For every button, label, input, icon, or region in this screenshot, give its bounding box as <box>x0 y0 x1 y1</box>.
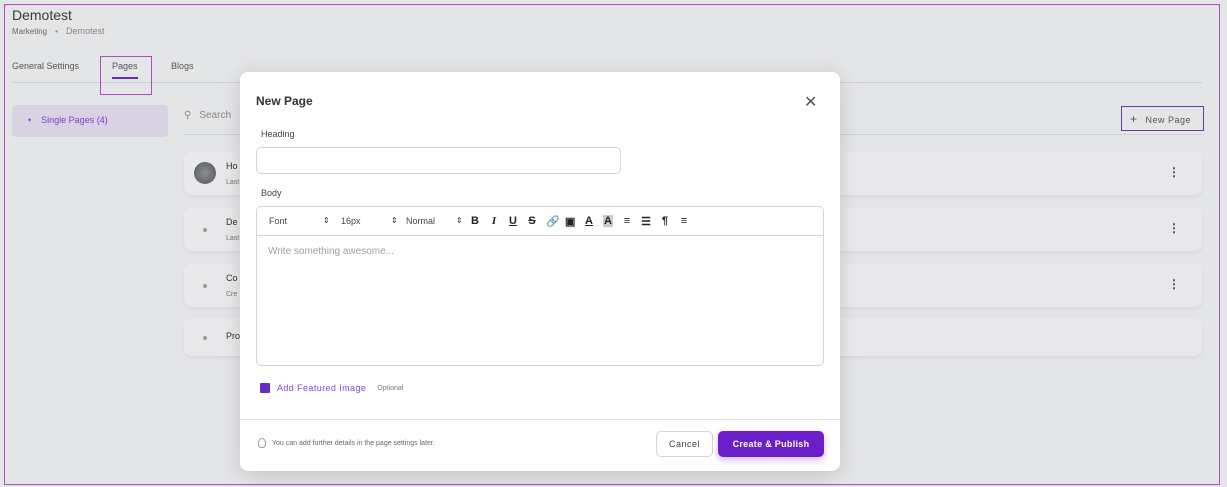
avatar <box>194 162 216 184</box>
text-color-icon[interactable]: A <box>584 215 594 227</box>
create-publish-button[interactable]: Create & Publish <box>718 431 824 457</box>
row-subtitle: Last <box>226 179 240 186</box>
size-select[interactable]: 16px ⇕ <box>341 216 406 226</box>
body-label: Body <box>261 188 282 198</box>
modal-footer-divider <box>240 419 840 420</box>
select-arrows-icon: ⇕ <box>323 216 330 225</box>
hint-text: You can add further details in the page … <box>272 439 435 447</box>
bullet-icon <box>203 228 207 232</box>
editor-toolbar: Font ⇕ 16px ⇕ Normal ⇕ B I U S 🔗 ▣ A A ≡ ☰ … <box>257 207 823 236</box>
body-editor: Font ⇕ 16px ⇕ Normal ⇕ B I U S 🔗 ▣ A A ≡ ☰ … <box>256 206 824 366</box>
bullet-icon <box>203 284 207 288</box>
font-select[interactable]: Font ⇕ <box>269 216 341 226</box>
size-select-value: 16px <box>341 216 361 226</box>
more-icon[interactable]: ⋮ <box>1168 165 1180 179</box>
optional-label: Optional <box>377 384 404 392</box>
cancel-button[interactable]: Cancel <box>656 431 713 457</box>
tab-general-settings[interactable]: General Settings <box>12 61 79 71</box>
search-input[interactable]: ⚲ Search <box>184 110 231 121</box>
more-icon[interactable]: ⋮ <box>1168 277 1180 291</box>
lightbulb-icon <box>258 438 266 448</box>
strikethrough-icon[interactable]: S <box>527 215 537 227</box>
new-page-button[interactable]: + New Page <box>1121 106 1204 131</box>
align-icon[interactable]: ≡ <box>679 215 689 227</box>
add-featured-image-button[interactable]: Add Featured Image Optional <box>260 383 403 393</box>
hint: You can add further details in the page … <box>258 438 435 448</box>
select-arrows-icon: ⇕ <box>391 216 398 225</box>
breadcrumb-current: Demotest <box>65 26 105 36</box>
more-icon[interactable]: ⋮ <box>1168 221 1180 235</box>
featured-image-label: Add Featured Image <box>277 383 367 393</box>
image-icon[interactable]: ▣ <box>565 215 575 228</box>
row-title: Pro <box>226 331 241 341</box>
bullet-icon: • <box>28 115 32 125</box>
tab-blogs[interactable]: Blogs <box>171 61 194 71</box>
bullet-list-icon[interactable]: ☰ <box>641 215 651 228</box>
search-placeholder: Search <box>199 110 232 121</box>
page-title: Demotest <box>12 7 72 23</box>
select-arrows-icon: ⇕ <box>456 216 463 225</box>
search-icon: ⚲ <box>184 110 192 121</box>
row-title: De <box>226 217 238 227</box>
row-title: Co <box>226 273 238 283</box>
heading-input[interactable] <box>256 147 621 174</box>
block-select[interactable]: Normal ⇕ <box>406 216 470 226</box>
underline-icon[interactable]: U <box>508 215 518 227</box>
body-textarea[interactable]: Write something awesome... <box>257 236 823 267</box>
breadcrumb-separator: • <box>55 27 58 36</box>
italic-icon[interactable]: I <box>489 215 499 227</box>
paragraph-direction-icon[interactable]: ¶ <box>660 215 670 227</box>
link-icon[interactable]: 🔗 <box>546 215 560 228</box>
bullet-icon <box>203 336 207 340</box>
sidebar-item-single-pages[interactable]: • Single Pages (4) <box>12 105 168 137</box>
tab-highlight <box>100 56 152 95</box>
breadcrumb-marketing[interactable]: Marketing <box>12 27 47 36</box>
plus-icon: + <box>1130 112 1138 126</box>
row-subtitle: Last <box>226 235 240 242</box>
row-title: Ho <box>226 161 238 171</box>
row-subtitle: Cre <box>226 291 238 298</box>
font-select-value: Font <box>269 216 288 226</box>
bold-icon[interactable]: B <box>470 215 480 227</box>
highlight-icon[interactable]: A <box>603 215 613 227</box>
block-select-value: Normal <box>406 216 436 226</box>
ordered-list-icon[interactable]: ≡ <box>622 215 632 227</box>
heading-label: Heading <box>261 129 295 139</box>
close-icon[interactable]: ✕ <box>804 92 817 112</box>
image-icon <box>260 383 270 393</box>
breadcrumb: Marketing • Demotest <box>12 26 104 36</box>
sidebar-item-label: Single Pages (4) <box>41 115 108 125</box>
modal-title: New Page <box>256 94 313 108</box>
new-page-label: New Page <box>1145 115 1192 125</box>
new-page-modal: New Page ✕ Heading Body Font ⇕ 16px ⇕ Norm… <box>240 72 840 471</box>
